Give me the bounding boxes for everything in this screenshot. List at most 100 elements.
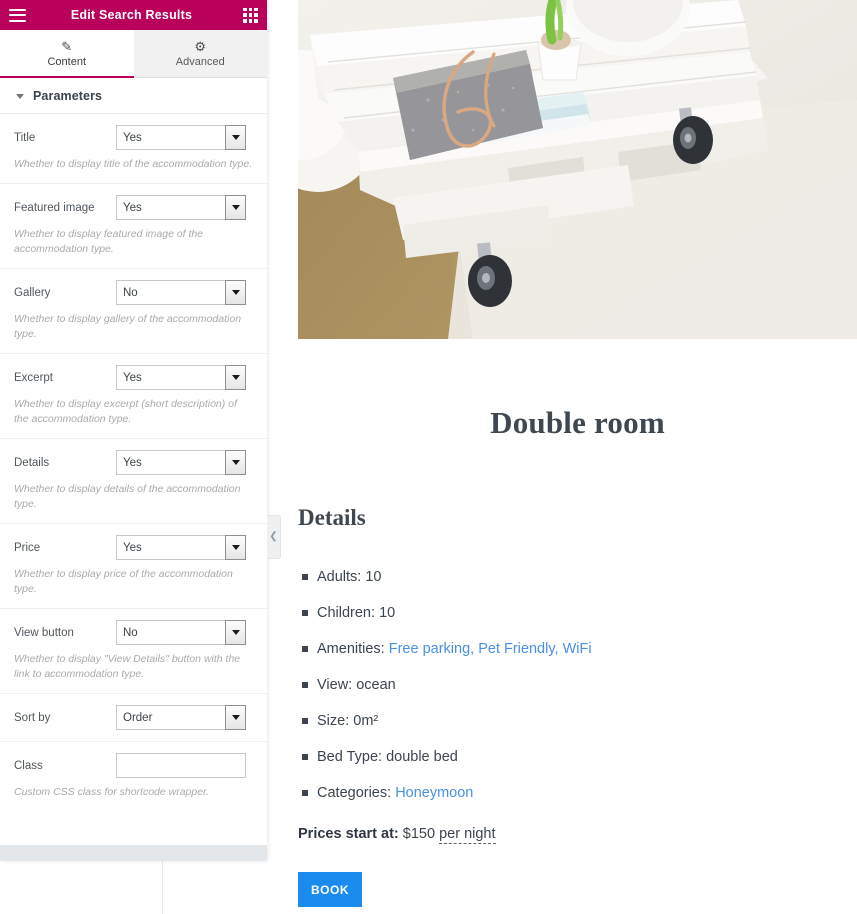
chevron-down-icon[interactable] [225, 195, 246, 220]
detail-item: View: ocean [298, 676, 818, 694]
parameter-select-value[interactable]: Order [116, 705, 225, 730]
parameter-field: Class Custom CSS class for shortcode wrap… [0, 742, 267, 811]
detail-item: Children: 10 [298, 604, 818, 622]
parameter-row: View button No [14, 620, 253, 645]
parameter-select[interactable]: Yes [116, 365, 246, 390]
parameters-scroll-area[interactable]: Parameters Title Yes Whether to display ti… [0, 78, 267, 861]
parameter-select-value[interactable]: No [116, 280, 225, 305]
book-button[interactable]: BOOK [298, 872, 362, 907]
parameter-row: Price Yes [14, 535, 253, 560]
bullet-icon [302, 790, 308, 796]
panel-collapse-handle[interactable]: ❮ [267, 515, 281, 559]
parameter-label: Featured image [14, 201, 95, 214]
parameters-section-header[interactable]: Parameters [0, 78, 267, 114]
detail-link[interactable]: Free parking [389, 641, 470, 657]
bullet-icon [302, 574, 308, 580]
parameter-select-value[interactable]: Yes [116, 195, 225, 220]
detail-label: Size: [317, 713, 354, 729]
chevron-down-icon[interactable] [225, 125, 246, 150]
parameters-section-title: Parameters [33, 89, 103, 103]
parameter-label: Sort by [14, 711, 51, 724]
parameter-help-text: Whether to display "View Details" button… [14, 653, 241, 680]
parameters-fields: Title Yes Whether to display title of the … [0, 114, 267, 811]
detail-value: double bed [386, 749, 458, 765]
detail-link[interactable]: Pet Friendly [478, 641, 554, 657]
parameter-select-value[interactable]: Yes [116, 365, 225, 390]
page-column-divider [162, 861, 163, 914]
parameter-help-text: Whether to display details of the accomm… [14, 483, 241, 510]
chevron-down-icon[interactable] [225, 450, 246, 475]
grid-icon[interactable] [243, 7, 259, 23]
parameter-help-text: Whether to display featured image of the… [14, 228, 204, 255]
detail-label: Categories: [317, 785, 396, 801]
price-period: per night [439, 826, 496, 844]
chevron-down-icon[interactable] [225, 280, 246, 305]
parameter-field: Featured image Yes Whether to display feat… [0, 184, 267, 269]
detail-item: Amenities: Free parking, Pet Friendly, W… [298, 640, 818, 658]
parameter-label: Class [14, 759, 43, 772]
parameter-field: Gallery No Whether to display gallery of t… [0, 269, 267, 354]
detail-value: 10 [365, 569, 382, 585]
parameter-select[interactable]: No [116, 620, 246, 645]
editor-title: Edit Search Results [70, 8, 193, 22]
room-title: Double room [490, 405, 665, 440]
detail-label: View: [317, 677, 357, 693]
parameter-select[interactable]: No [116, 280, 246, 305]
featured-image [298, 0, 857, 339]
detail-link[interactable]: Honeymoon [395, 785, 473, 801]
parameter-field: Excerpt Yes Whether to display excerpt (sh… [0, 354, 267, 439]
tab-content[interactable]: ✎ Content [0, 30, 134, 78]
parameter-select[interactable]: Yes [116, 125, 246, 150]
parameter-select-value[interactable]: No [116, 620, 225, 645]
parameter-field: View button No Whether to display "View De… [0, 609, 267, 694]
details-list: Adults: 10 Children: 10 Amenities: Free pa… [298, 568, 818, 820]
chevron-down-icon[interactable] [225, 365, 246, 390]
parameter-label: View button [14, 626, 74, 639]
detail-label: Adults: [317, 569, 366, 585]
bullet-icon [302, 610, 308, 616]
editor-tabs: ✎ Content ⚙ Advanced [0, 30, 267, 78]
parameter-select[interactable]: Yes [116, 450, 246, 475]
chevron-down-icon[interactable] [225, 535, 246, 560]
detail-label: Amenities: [317, 641, 389, 657]
parameter-label: Title [14, 131, 36, 144]
parameter-field: Details Yes Whether to display details of … [0, 439, 267, 524]
detail-link-separator: , [554, 641, 563, 657]
parameter-row: Featured image Yes [14, 195, 253, 220]
gear-icon: ⚙ [194, 38, 207, 54]
chevron-down-icon[interactable] [225, 620, 246, 645]
chevron-down-icon [16, 93, 24, 99]
parameter-text-input[interactable] [116, 753, 246, 778]
parameter-help-text [14, 730, 253, 741]
parameter-help-text: Whether to display title of the accommod… [14, 158, 253, 170]
parameter-select[interactable]: Yes [116, 195, 246, 220]
bullet-icon [302, 754, 308, 760]
parameter-field: Price Yes Whether to display price of the … [0, 524, 267, 609]
bullet-icon [302, 646, 308, 652]
parameter-field: Title Yes Whether to display title of the … [0, 114, 267, 184]
parameter-label: Excerpt [14, 371, 53, 384]
parameter-select[interactable]: Order [116, 705, 246, 730]
detail-label: Bed Type: [317, 749, 387, 765]
parameter-select-value[interactable]: Yes [116, 535, 225, 560]
chevron-down-icon[interactable] [225, 705, 246, 730]
parameter-row: Gallery No [14, 280, 253, 305]
parameter-select-value[interactable]: Yes [116, 450, 225, 475]
parameter-label: Gallery [14, 286, 51, 299]
detail-item: Bed Type: double bed [298, 748, 818, 766]
detail-label: Children: [317, 605, 380, 621]
tab-advanced[interactable]: ⚙ Advanced [133, 30, 267, 77]
parameter-label: Price [14, 541, 41, 554]
parameter-row: Title Yes [14, 125, 253, 150]
tab-content-label: Content [47, 55, 87, 68]
editor-header: Edit Search Results [0, 0, 267, 30]
parameter-field: Sort by Order [0, 694, 267, 742]
parameter-select[interactable]: Yes [116, 535, 246, 560]
editor-panel: Edit Search Results ✎ Content ⚙ Advanced… [0, 0, 267, 861]
parameter-select-value[interactable]: Yes [116, 125, 225, 150]
parameter-help-text: Custom CSS class for shortcode wrapper. [14, 786, 210, 798]
parameter-help-text: Whether to display gallery of the accomm… [14, 313, 242, 340]
detail-link[interactable]: WiFi [563, 641, 592, 657]
price-amount: $150 [402, 826, 436, 842]
bullet-icon [302, 682, 308, 688]
